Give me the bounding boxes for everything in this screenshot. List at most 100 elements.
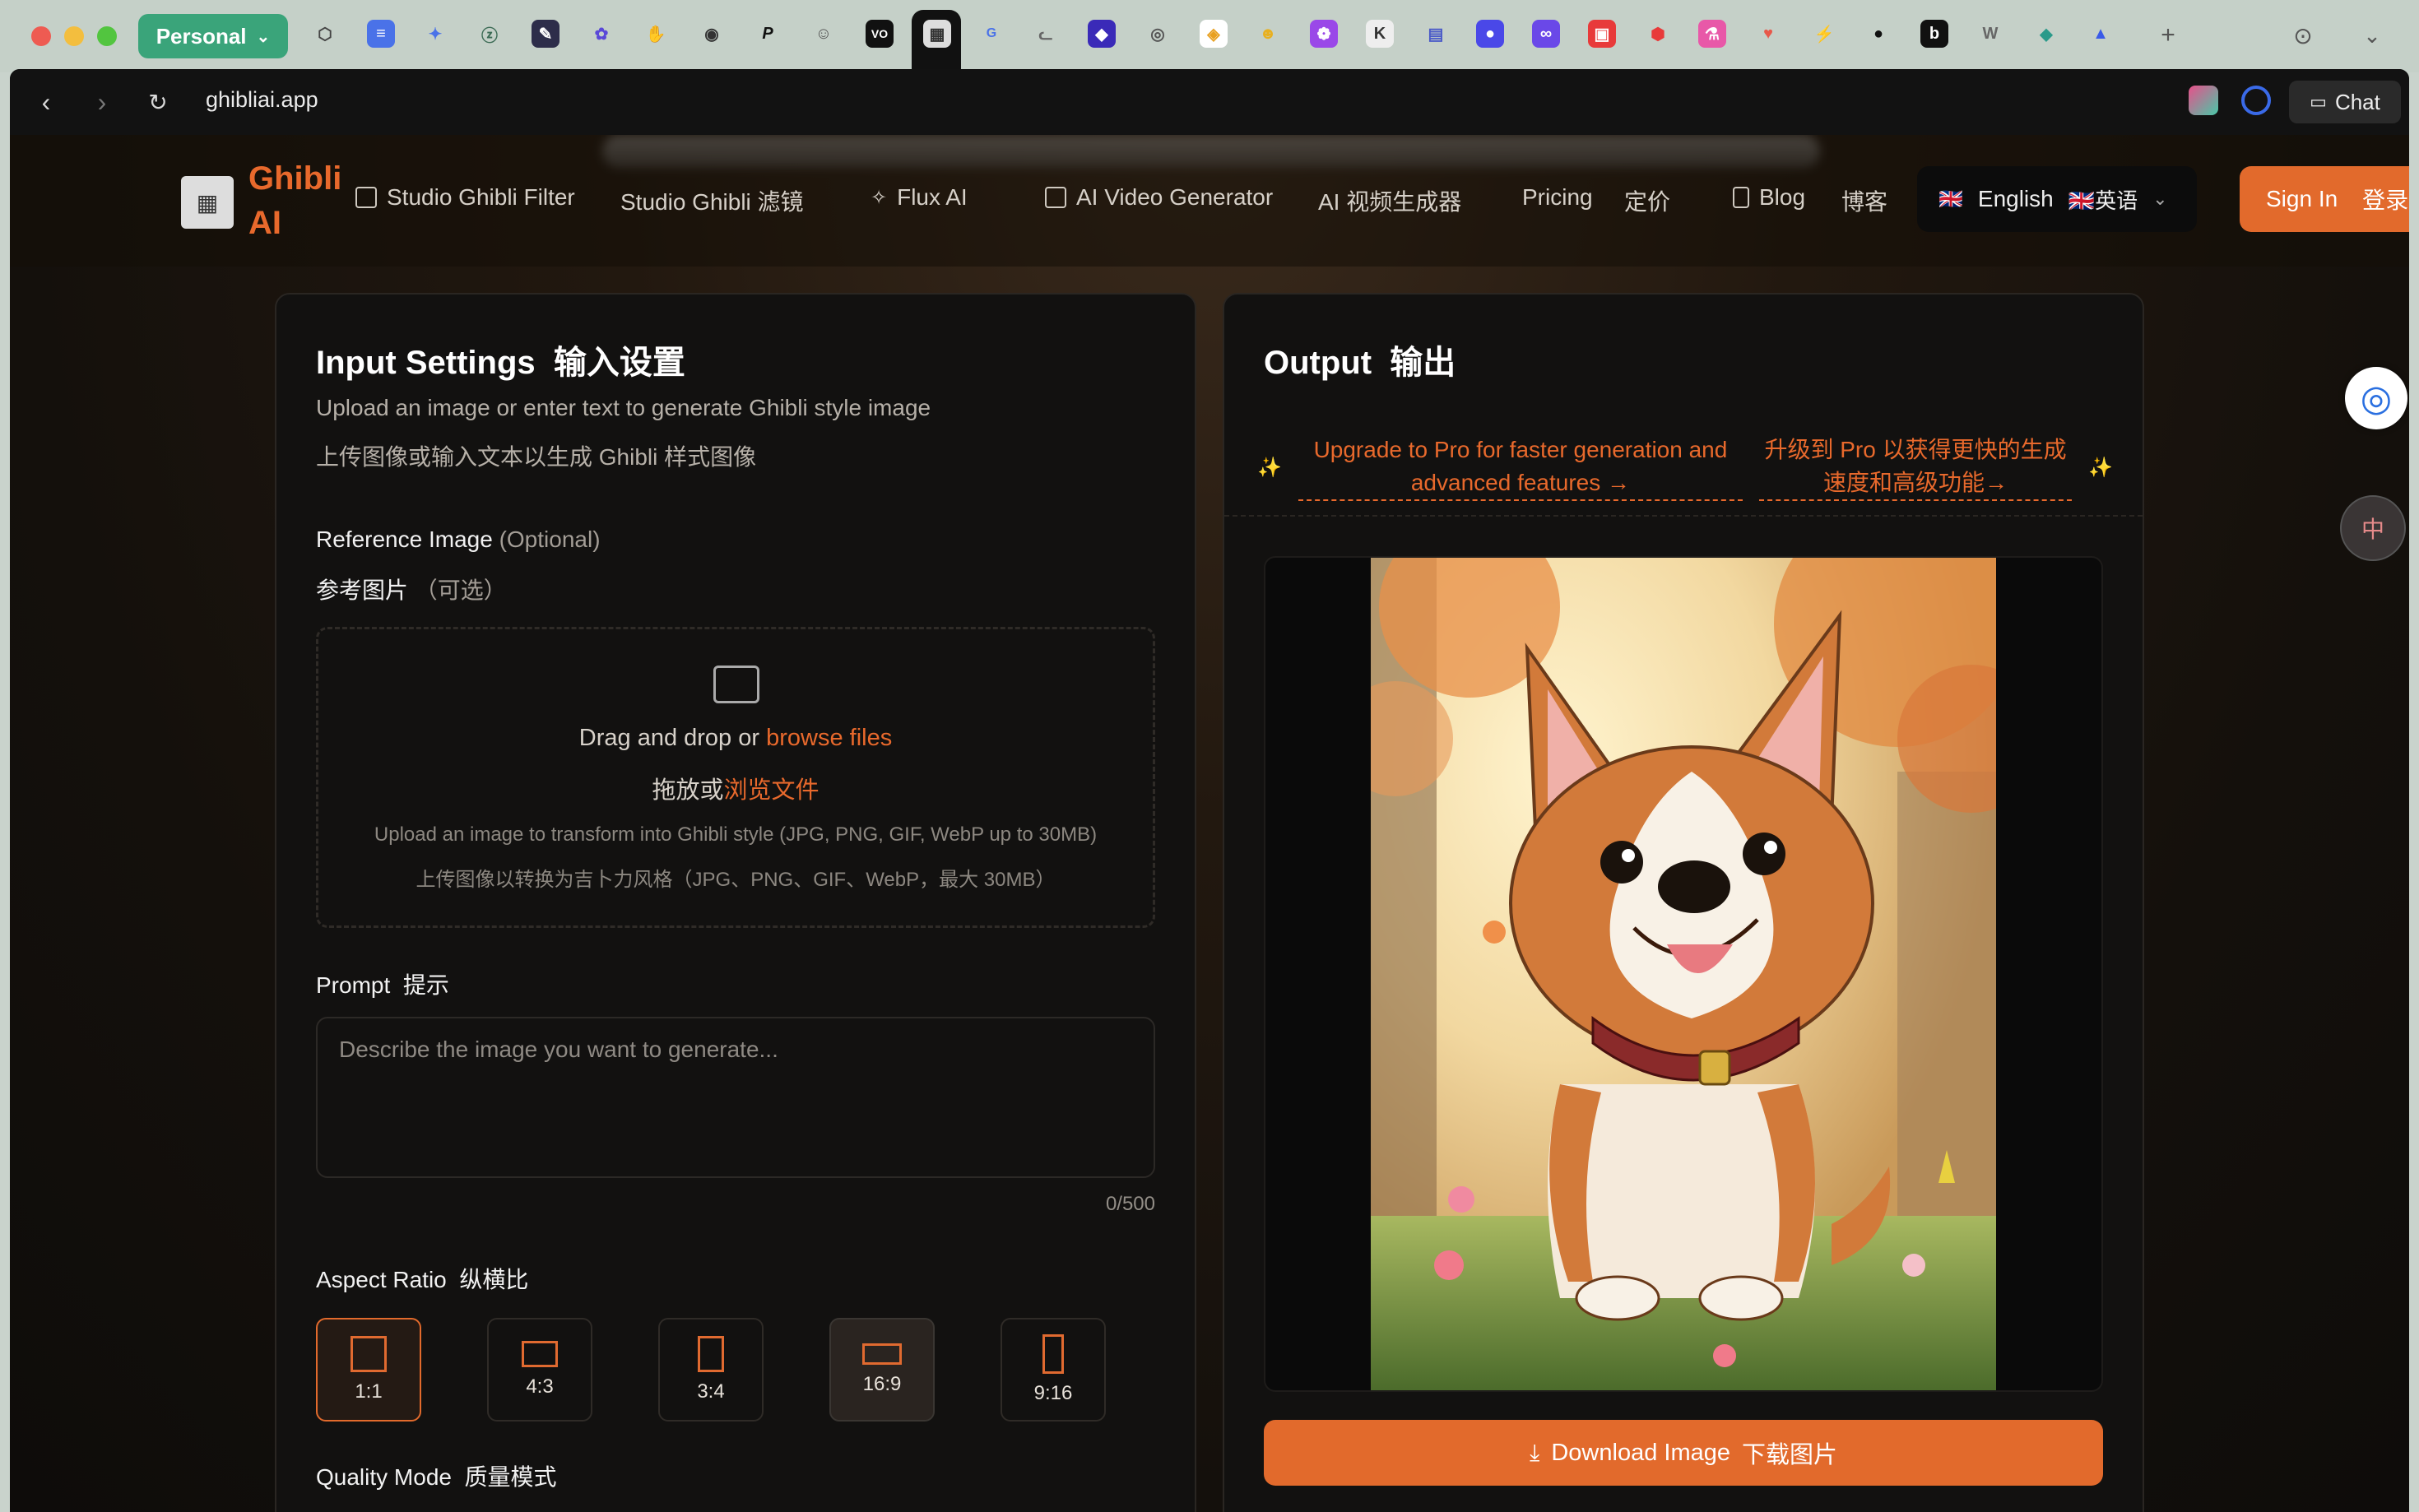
aspect-option-9-16[interactable]: 9:16 [1001, 1318, 1106, 1422]
browser-window: ‹ › ↻ ghibliai.app ▭ Chat ▦ Ghibli AI St… [10, 69, 2409, 1512]
image-upload-icon [713, 666, 759, 703]
tab-favicon-g[interactable]: G [977, 20, 1005, 48]
logo-text[interactable]: Ghibli AI [248, 156, 341, 245]
aspect-option-label: 9:16 [1033, 1382, 1073, 1404]
landscape-shape-icon [522, 1341, 558, 1367]
maximize-window-button[interactable] [97, 26, 117, 46]
nav-studio-ghibli-filter-zh[interactable]: Studio Ghibli 滤镜 [620, 184, 804, 217]
download-image-button[interactable]: ⤓ Download Image 下载图片 [1264, 1420, 2103, 1486]
minimize-window-button[interactable] [64, 26, 84, 46]
sign-in-label-zh: 登录 [2362, 188, 2409, 213]
dropzone-hint-en: Upload an image to transform into Ghibli… [374, 823, 1098, 846]
tab-favicon-b[interactable]: b [1920, 20, 1948, 48]
tab-favicon-red[interactable]: ▣ [1588, 20, 1616, 48]
tab-favicon-triangle[interactable]: ▲ [2087, 20, 2115, 48]
tab-favicon-cat[interactable]: ᓚ [1032, 20, 1060, 48]
tab-favicon-gemini[interactable]: ✦ [421, 20, 449, 48]
language-selector[interactable]: 🇬🇧 English 🇬🇧英语 ⌄ [1917, 166, 2197, 232]
reference-image-label-zh: 参考图片 （可选） [316, 573, 507, 605]
chevron-down-icon: ⌄ [256, 27, 271, 46]
forward-icon[interactable]: › [86, 86, 118, 118]
tab-favicon-smile[interactable]: ☻ [1254, 20, 1282, 48]
tab-favicon-robot[interactable]: ☺ [810, 20, 838, 48]
output-title-zh: 输出 [1390, 345, 1456, 381]
tab-favicon-eye[interactable]: ◎ [1144, 20, 1172, 48]
back-icon[interactable]: ‹ [30, 86, 63, 118]
aspect-ratio-label: Aspect Ratio 纵横比 [316, 1262, 528, 1295]
chat-button[interactable]: ▭ Chat [2289, 81, 2401, 123]
sign-in-button[interactable]: Sign In 登录 [2240, 166, 2409, 232]
chat-label: Chat [2334, 89, 2380, 114]
site-header: ▦ Ghibli AI Studio Ghibli Filter Studio … [10, 135, 2409, 267]
nav-blog[interactable]: Blog [1733, 184, 1805, 211]
nav-pricing[interactable]: Pricing [1522, 184, 1593, 211]
aspect-option-16-9[interactable]: 16:9 [829, 1318, 935, 1422]
tab-favicon-cube[interactable]: ⬡ [311, 20, 339, 48]
tab-favicon-w[interactable]: W [1976, 20, 2004, 48]
input-settings-panel: Input Settings 输入设置 Upload an image or e… [275, 293, 1196, 1512]
profile-switcher[interactable]: Personal ⌄ [138, 14, 288, 58]
sparkle-icon: ✨ [1257, 456, 1282, 479]
image-icon [355, 187, 377, 208]
tab-favicon-ghibli[interactable]: ▦ [923, 20, 951, 48]
nav-label: Studio Ghibli Filter [387, 184, 575, 210]
tab-favicon-veo[interactable]: VO [866, 20, 894, 48]
translate-icon[interactable]: 中 [2340, 495, 2406, 561]
aspect-option-label: 16:9 [862, 1373, 902, 1395]
assistant-spiral-icon[interactable]: ◎ [2345, 367, 2407, 429]
tab-favicon-k[interactable]: K [1366, 20, 1394, 48]
tab-favicon-doc[interactable]: ▤ [1422, 20, 1450, 48]
portrait-shape-icon [698, 1336, 724, 1372]
browse-files-link[interactable]: browse files [766, 725, 892, 751]
nav-blog-zh[interactable]: 博客 [1841, 184, 1887, 217]
extension-photo-icon[interactable] [2189, 86, 2218, 115]
url-field[interactable]: ghibliai.app [206, 87, 318, 113]
generated-corgi-image[interactable] [1371, 558, 1996, 1392]
nav-ai-video-generator-zh[interactable]: AI 视频生成器 [1318, 184, 1461, 217]
aspect-option-4-3[interactable]: 4:3 [487, 1318, 592, 1422]
tab-favicon-github[interactable]: ● [1864, 20, 1892, 48]
tab-favicon-p[interactable]: P [754, 20, 782, 48]
tab-favicon-diamond[interactable]: ◈ [1200, 20, 1228, 48]
reload-icon[interactable]: ↻ [142, 86, 174, 118]
download-icon: ⤓ [1529, 1439, 1540, 1465]
aspect-option-3-4[interactable]: 3:4 [658, 1318, 764, 1422]
download-icon[interactable]: ⊙ [2289, 21, 2317, 49]
profile-label: Personal [156, 23, 247, 49]
tab-favicon-docs[interactable]: ≡ [367, 20, 395, 48]
nav-flux-ai[interactable]: ✧ Flux AI [871, 184, 968, 211]
tab-favicon-pen[interactable]: ✎ [532, 20, 559, 48]
close-window-button[interactable] [31, 26, 51, 46]
tab-favicon-openai[interactable]: ❁ [1310, 20, 1338, 48]
extension-spiral-icon[interactable] [2241, 86, 2271, 115]
tab-favicon-circle[interactable]: ◉ [698, 20, 726, 48]
nav-label: AI 视频生成器 [1318, 189, 1462, 215]
new-tab-icon[interactable]: + [2154, 21, 2182, 49]
logo-icon[interactable]: ▦ [181, 176, 234, 229]
tab-favicon-flask[interactable]: ⚗ [1698, 20, 1726, 48]
address-bar: ‹ › ↻ ghibliai.app ▭ Chat [10, 69, 2409, 135]
upgrade-link-zh[interactable]: 升级到 Pro 以获得更快的生成速度和高级功能→ [1759, 434, 2073, 501]
aspect-option-1-1[interactable]: 1:1 [316, 1318, 421, 1422]
browse-files-link-zh[interactable]: 浏览文件 [724, 777, 819, 804]
tab-favicon-loop[interactable]: ∞ [1532, 20, 1560, 48]
ref-label-en: Reference Image [316, 526, 493, 552]
tab-favicon-zeta[interactable]: ⓩ [476, 20, 504, 48]
output-title-en: Output [1264, 345, 1372, 381]
tab-favicon-heart[interactable]: ♥ [1754, 20, 1782, 48]
nav-pricing-zh[interactable]: 定价 [1624, 184, 1670, 217]
image-dropzone[interactable]: Drag and drop or browse files 拖放或浏览文件 Up… [316, 627, 1155, 928]
drag-text-zh: 拖放或 [652, 777, 724, 804]
tab-favicon-record[interactable]: ● [1476, 20, 1504, 48]
tab-favicon-bolt[interactable]: ⚡ [1810, 20, 1838, 48]
tab-favicon-hand[interactable]: ✋ [642, 20, 670, 48]
chevron-down-icon[interactable]: ⌄ [2358, 21, 2386, 49]
tab-favicon-teal[interactable]: ◆ [2032, 20, 2060, 48]
tab-favicon-octagon[interactable]: ⬢ [1644, 20, 1672, 48]
tab-favicon-gear[interactable]: ✿ [587, 20, 615, 48]
prompt-textarea[interactable] [316, 1017, 1155, 1178]
nav-studio-ghibli-filter[interactable]: Studio Ghibli Filter [355, 184, 575, 211]
nav-ai-video-generator[interactable]: AI Video Generator [1045, 184, 1273, 211]
tab-favicon-purple[interactable]: ◆ [1088, 20, 1116, 48]
upgrade-link-en[interactable]: Upgrade to Pro for faster generation and… [1298, 434, 1743, 501]
